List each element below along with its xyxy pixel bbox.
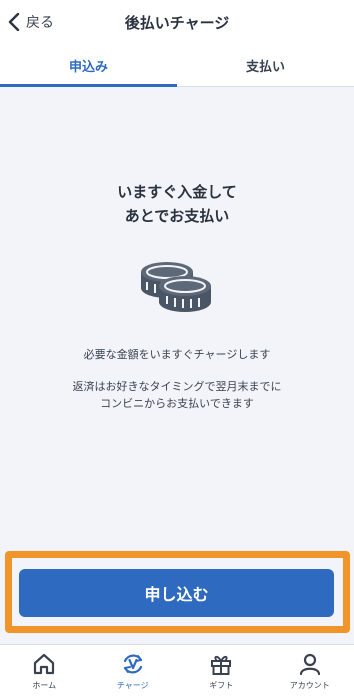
tabbar-label-home: ホーム (32, 681, 57, 690)
home-icon (34, 653, 55, 675)
account-icon (299, 653, 320, 676)
tabbar-item-account[interactable]: アカウント (266, 645, 354, 700)
tab-payment[interactable]: 支払い (177, 44, 354, 86)
main-content: いますぐ入金して あとでお支払い 必要な金額をいますぐチャージします 返済はお好… (0, 88, 354, 550)
description-line-3: コンビニからお支払いできます (100, 397, 254, 410)
back-label: 戻る (26, 15, 54, 31)
tabbar-label-gift: ギフト (209, 681, 234, 690)
chevron-left-icon (8, 13, 20, 31)
tab-apply[interactable]: 申込み (0, 44, 177, 87)
back-button[interactable]: 戻る (8, 8, 54, 36)
tabbar-label-charge: チャージ (116, 681, 149, 690)
coins-icon (141, 262, 211, 312)
bottom-tab-bar: ホーム チャージ ギフト アカウント (0, 644, 354, 700)
tabbar-item-gift[interactable]: ギフト (177, 645, 266, 700)
tabbar-item-charge[interactable]: チャージ (89, 645, 178, 700)
tabbar-label-account: アカウント (289, 681, 330, 690)
gift-icon (211, 655, 232, 675)
header-bar: 戻る 後払いチャージ (0, 0, 354, 44)
page-title: 後払いチャージ (124, 13, 230, 32)
charge-icon (123, 654, 142, 674)
description-line-1: 必要な金額をいますぐチャージします (83, 348, 271, 361)
description-line-2: 返済はお好きなタイミングで翌月末までに (72, 380, 282, 393)
headline-line-2: あとでお支払い (124, 207, 230, 225)
apply-button[interactable]: 申し込む (19, 569, 334, 617)
headline-line-1: いますぐ入金して (117, 183, 237, 201)
tabbar-item-home[interactable]: ホーム (0, 645, 89, 700)
tab-bar: 申込み 支払い (0, 44, 354, 87)
